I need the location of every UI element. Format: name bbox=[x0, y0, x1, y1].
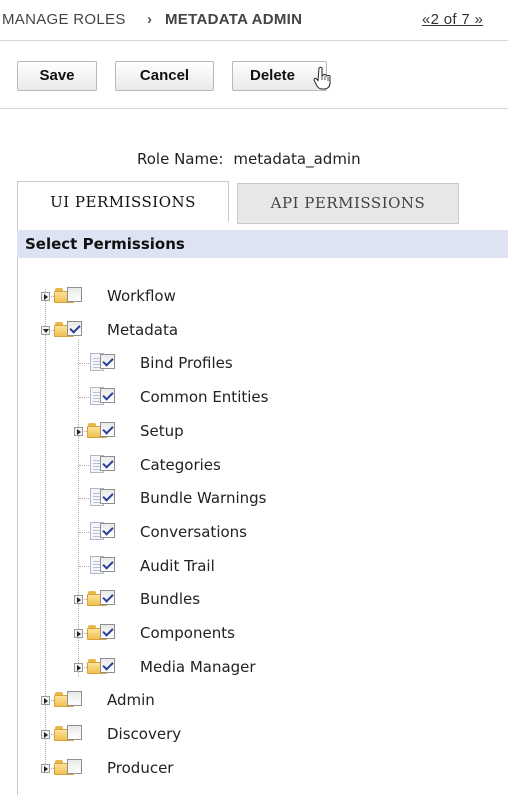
panel-title: Select Permissions bbox=[17, 230, 508, 258]
checkbox-producer[interactable] bbox=[67, 758, 82, 774]
checkbox-components[interactable] bbox=[100, 624, 115, 639]
tree-label-conversations: Conversations bbox=[140, 522, 247, 541]
tree-label-discovery: Discovery bbox=[107, 725, 182, 744]
checkbox-metadata[interactable] bbox=[67, 320, 82, 336]
checkbox-common-entities[interactable] bbox=[100, 388, 115, 404]
checkbox-admin[interactable] bbox=[67, 691, 82, 707]
hand-cursor-icon bbox=[313, 66, 331, 90]
cancel-button[interactable]: Cancel bbox=[115, 61, 214, 91]
checkbox-bind-profiles[interactable] bbox=[100, 354, 115, 370]
tab-ui-permissions[interactable]: UI PERMISSIONS bbox=[17, 181, 229, 222]
tab-api-permissions[interactable]: API PERMISSIONS bbox=[237, 183, 459, 224]
tree-node-metadata[interactable] bbox=[40, 317, 340, 343]
expand-toggle-icon[interactable] bbox=[41, 292, 50, 301]
save-button[interactable]: Save bbox=[17, 61, 97, 91]
tree-node-admin[interactable] bbox=[40, 687, 340, 713]
tree-label-components: Components bbox=[140, 624, 235, 642]
tree-label-admin: Admin bbox=[107, 691, 155, 710]
expand-toggle-icon[interactable] bbox=[74, 662, 83, 672]
tree-label-bundles: Bundles bbox=[140, 590, 201, 609]
breadcrumb-current: METADATA ADMIN bbox=[165, 11, 303, 28]
role-name-label: Role Name: bbox=[137, 150, 224, 168]
breadcrumb-separator-icon: › bbox=[147, 11, 153, 28]
tree-label-categories: Categories bbox=[140, 455, 221, 474]
checkbox-audit-trail[interactable] bbox=[100, 556, 115, 572]
checkbox-conversations[interactable] bbox=[100, 522, 115, 538]
tree-label-producer: Producer bbox=[107, 758, 174, 777]
checkbox-bundles[interactable] bbox=[100, 590, 115, 606]
tree-label-workflow: Workflow bbox=[107, 287, 176, 305]
checkbox-bundle-warnings[interactable] bbox=[100, 489, 115, 505]
role-name-row: Role Name: metadata_admin bbox=[137, 150, 361, 168]
breadcrumb-divider bbox=[0, 40, 508, 41]
tree-node-workflow[interactable] bbox=[40, 283, 340, 309]
expand-toggle-icon[interactable] bbox=[74, 629, 83, 638]
tree-node-bundles[interactable] bbox=[73, 586, 373, 612]
tree-label-setup: Setup bbox=[140, 421, 184, 440]
expand-toggle-icon[interactable] bbox=[74, 426, 83, 436]
tree-label-bundle-warnings: Bundle Warnings bbox=[140, 489, 267, 508]
expand-toggle-icon[interactable] bbox=[41, 696, 50, 706]
expand-toggle-icon[interactable] bbox=[41, 325, 50, 335]
checkbox-categories[interactable] bbox=[100, 455, 115, 471]
expand-toggle-icon[interactable] bbox=[41, 763, 50, 773]
expand-toggle-icon[interactable] bbox=[74, 595, 83, 605]
tree-node-producer[interactable] bbox=[40, 755, 340, 781]
tree-label-metadata: Metadata bbox=[107, 320, 179, 339]
tree-node-setup[interactable] bbox=[73, 418, 373, 444]
tree-node-categories[interactable] bbox=[73, 452, 373, 478]
checkbox-discovery[interactable] bbox=[67, 725, 82, 741]
expand-toggle-icon[interactable] bbox=[41, 730, 50, 740]
tree-label-common-entities: Common Entities bbox=[140, 388, 269, 407]
tree-node-audit-trail[interactable] bbox=[73, 553, 373, 579]
checkbox-setup[interactable] bbox=[100, 421, 115, 437]
tree-label-bind-profiles: Bind Profiles bbox=[140, 354, 233, 373]
checkbox-media-manager[interactable] bbox=[100, 657, 115, 673]
pager[interactable]: «2 of 7 » bbox=[422, 11, 483, 28]
tree-label-media-manager: Media Manager bbox=[140, 657, 256, 676]
tree-node-discovery[interactable] bbox=[40, 721, 340, 747]
breadcrumb: MANAGE ROLES › METADATA ADMIN «2 of 7 » bbox=[0, 0, 508, 40]
tree-label-audit-trail: Audit Trail bbox=[140, 556, 215, 575]
toolbar-divider bbox=[0, 108, 508, 109]
role-name-value: metadata_admin bbox=[233, 150, 361, 168]
breadcrumb-root[interactable]: MANAGE ROLES bbox=[2, 11, 126, 28]
pager-link[interactable]: «2 of 7 » bbox=[422, 11, 483, 28]
checkbox-workflow[interactable] bbox=[67, 287, 82, 302]
